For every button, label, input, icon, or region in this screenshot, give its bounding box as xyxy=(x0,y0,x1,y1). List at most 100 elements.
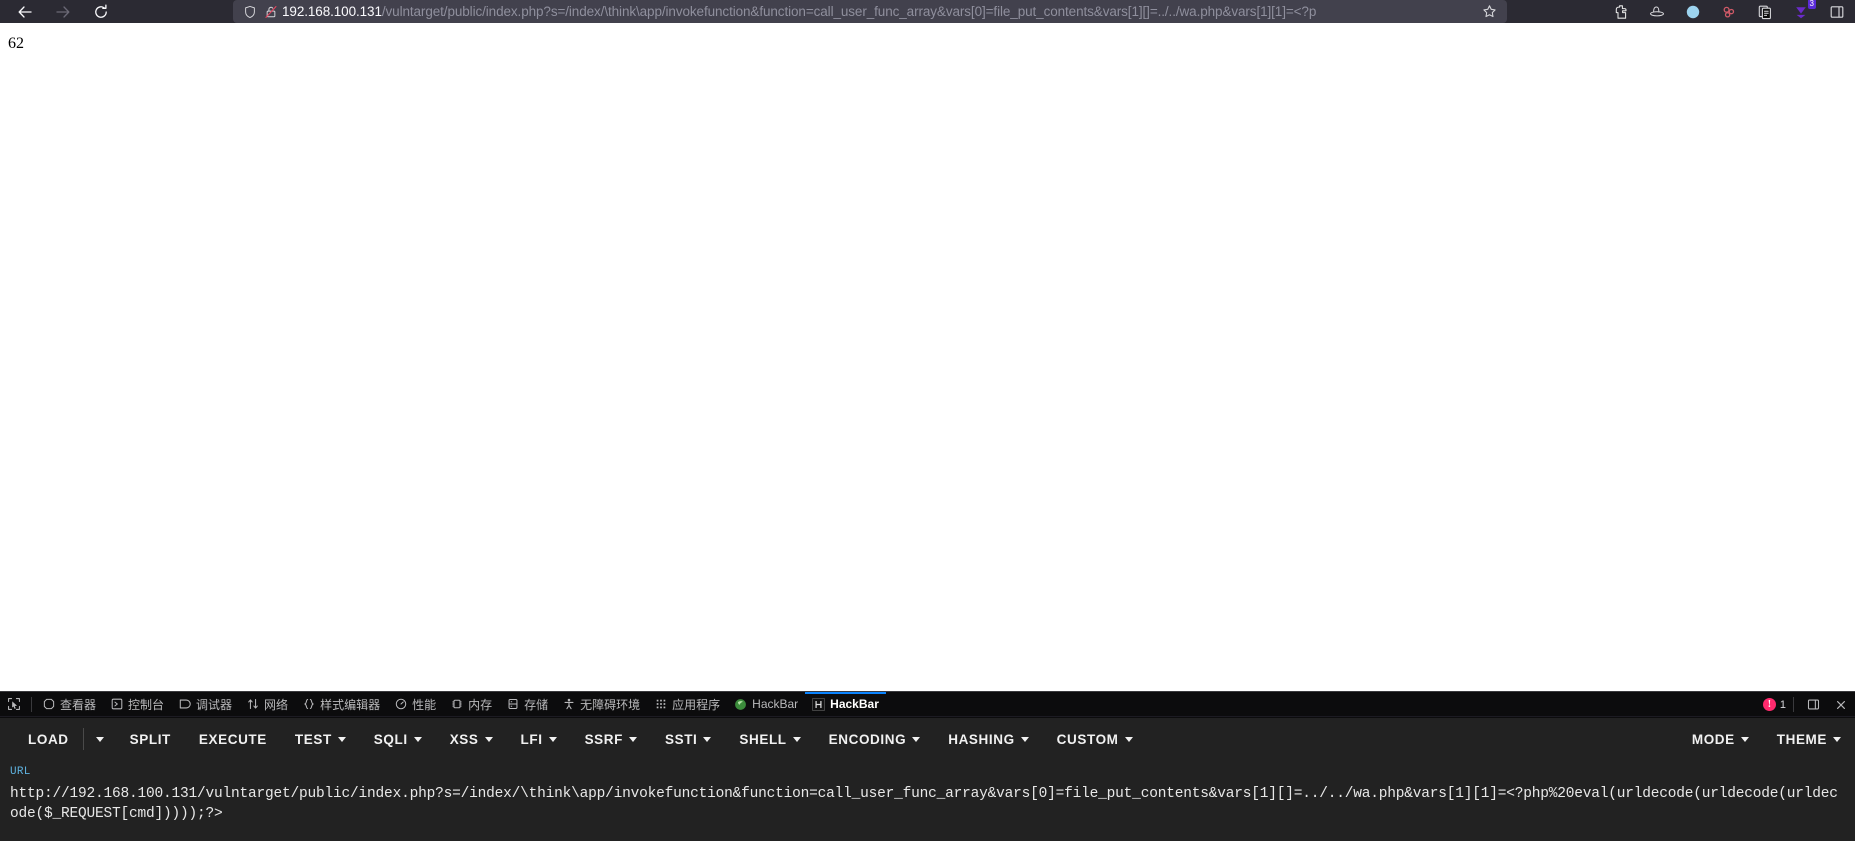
navigation-buttons xyxy=(0,0,120,23)
lock-broken-icon[interactable] xyxy=(261,2,280,21)
error-count-badge[interactable]: ! 1 xyxy=(1762,698,1786,711)
hackbar-url-input[interactable]: http://192.168.100.131/vulntarget/public… xyxy=(10,784,1845,824)
hackbar-ssti-menu[interactable]: SSTI xyxy=(651,718,725,760)
chevron-down-icon xyxy=(1020,736,1029,742)
devtools-tab-label: 调试器 xyxy=(196,697,233,712)
hackbar-menu-label: CUSTOM xyxy=(1056,731,1119,747)
devtools-tab-label: 控制台 xyxy=(128,697,165,712)
devtools-dock-icon[interactable] xyxy=(1801,692,1825,716)
hackbar-sqli-menu[interactable]: SQLI xyxy=(360,718,436,760)
hackbar-menu-label: MODE xyxy=(1691,731,1735,747)
extension-toolbar: 3 xyxy=(1603,0,1855,23)
shield-icon[interactable] xyxy=(240,2,259,21)
devtools-tab-accessibility[interactable]: 无障碍环境 xyxy=(555,692,647,716)
chevron-down-icon xyxy=(792,736,801,742)
hackbar-menu-label: LFI xyxy=(520,731,543,747)
hackbar-load-dropdown[interactable] xyxy=(84,718,116,760)
url-path: /vulntarget/public/index.php?s=/index/\t… xyxy=(381,4,1317,19)
hackbar-mode-menu[interactable]: MODE xyxy=(1678,718,1763,760)
devtools-toolbar-right: ! 1 xyxy=(1762,692,1855,716)
hackbar-split-button[interactable]: SPLIT xyxy=(116,718,185,760)
hackbar-lfi-menu[interactable]: LFI xyxy=(507,718,571,760)
hackbar-theme-menu[interactable]: THEME xyxy=(1763,718,1855,760)
devtools-tab-label: HackBar xyxy=(752,697,799,711)
hackbar-menu-label: HASHING xyxy=(948,731,1015,747)
hackbar-menu-label: SSTI xyxy=(664,731,698,747)
hackbar-hashing-menu[interactable]: HASHING xyxy=(934,718,1042,760)
error-icon: ! xyxy=(1762,698,1776,711)
star-icon[interactable] xyxy=(1478,1,1500,23)
hackbar-url-panel: URL http://192.168.100.131/vulntarget/pu… xyxy=(0,760,1855,824)
chevron-down-icon xyxy=(484,736,493,742)
page-viewport: 62 xyxy=(0,23,1855,691)
hackbar-menu-label: EXECUTE xyxy=(198,731,267,747)
accessibility-icon xyxy=(562,698,575,711)
chevron-down-icon xyxy=(912,736,921,742)
memory-icon xyxy=(450,698,463,711)
devtools-tab-label: 网络 xyxy=(264,697,289,712)
devtools-panel: 查看器 控制台 调试器 网络 样式编辑器 性能 内存 存储 无障碍环境 应用程序… xyxy=(0,691,1855,841)
chevron-down-icon xyxy=(703,736,712,742)
devtools-tab-debugger[interactable]: 调试器 xyxy=(171,692,239,716)
hackbar-menu-label: TEST xyxy=(294,731,332,747)
blackhat-extension-icon[interactable] xyxy=(1639,0,1675,23)
blue-circle-extension-icon[interactable] xyxy=(1675,0,1711,23)
devtools-tab-hackbar[interactable]: HackBar xyxy=(805,692,886,716)
hackbar-custom-menu[interactable]: CUSTOM xyxy=(1043,718,1147,760)
hackbar-test-menu[interactable]: TEST xyxy=(281,718,360,760)
hackbar-load-button[interactable]: LOAD xyxy=(14,718,83,760)
hackbar-menu-label: SQLI xyxy=(373,731,408,747)
devtools-tab-storage[interactable]: 存储 xyxy=(499,692,555,716)
page-response-text: 62 xyxy=(8,35,24,52)
firefox-icon xyxy=(734,698,747,711)
chevron-down-icon xyxy=(95,736,104,742)
molecule-extension-icon[interactable] xyxy=(1711,0,1747,23)
hackbar-menu-label: LOAD xyxy=(28,731,69,747)
style-editor-icon xyxy=(302,698,315,711)
chevron-down-icon xyxy=(1833,736,1841,742)
hackbar-shell-menu[interactable]: SHELL xyxy=(725,718,814,760)
error-count-label: 1 xyxy=(1779,698,1786,711)
hackbar-ssrf-menu[interactable]: SSRF xyxy=(571,718,651,760)
devtools-tab-hackbar-firefox[interactable]: HackBar xyxy=(727,692,805,716)
hackbar-menu-label: SSRF xyxy=(584,731,623,747)
performance-icon xyxy=(394,698,407,711)
hackbar-menu-label: THEME xyxy=(1776,731,1827,747)
url-bar[interactable]: 192.168.100.131/vulntarget/public/index.… xyxy=(233,0,1507,23)
url-text[interactable]: 192.168.100.131/vulntarget/public/index.… xyxy=(282,0,1476,23)
devtools-tab-label: 样式编辑器 xyxy=(320,697,381,712)
hackbar-menu-label: XSS xyxy=(449,731,479,747)
devtools-tab-console[interactable]: 控制台 xyxy=(103,692,171,716)
devtools-tab-label: 存储 xyxy=(524,697,549,712)
chevron-down-icon xyxy=(337,736,346,742)
devtools-tab-network[interactable]: 网络 xyxy=(239,692,295,716)
forward-button[interactable] xyxy=(44,0,82,23)
devtools-tab-label: 性能 xyxy=(412,697,437,712)
reload-button[interactable] xyxy=(82,0,120,23)
devtools-tab-inspector[interactable]: 查看器 xyxy=(35,692,103,716)
back-button[interactable] xyxy=(6,0,44,23)
close-icon[interactable] xyxy=(1829,692,1853,716)
hackbar-menu-label: ENCODING xyxy=(828,731,907,747)
chevron-down-icon xyxy=(1124,736,1133,742)
hackbar-menu-label: SPLIT xyxy=(129,731,171,747)
chevron-down-icon xyxy=(1740,736,1749,742)
browser-toolbar: 192.168.100.131/vulntarget/public/index.… xyxy=(0,0,1855,23)
panel-extension-icon[interactable] xyxy=(1819,0,1855,23)
copy-extension-icon[interactable] xyxy=(1747,0,1783,23)
element-picker-icon[interactable] xyxy=(0,692,28,716)
devtools-tab-label: 查看器 xyxy=(60,697,97,712)
debugger-icon xyxy=(178,698,191,711)
toolbar-divider xyxy=(1793,697,1794,712)
hackbar-extension-icon[interactable] xyxy=(1603,0,1639,23)
hackbar-xss-menu[interactable]: XSS xyxy=(436,718,507,760)
hackbar-encoding-menu[interactable]: ENCODING xyxy=(815,718,935,760)
hackbar-icon xyxy=(812,697,825,711)
devtools-tab-performance[interactable]: 性能 xyxy=(387,692,443,716)
devtools-tab-application[interactable]: 应用程序 xyxy=(647,692,727,716)
download-extension-icon[interactable]: 3 xyxy=(1783,0,1819,23)
hackbar-menu-right: MODE THEME xyxy=(1678,718,1855,760)
hackbar-execute-button[interactable]: EXECUTE xyxy=(185,718,281,760)
devtools-tab-style-editor[interactable]: 样式编辑器 xyxy=(295,692,387,716)
devtools-tab-memory[interactable]: 内存 xyxy=(443,692,499,716)
